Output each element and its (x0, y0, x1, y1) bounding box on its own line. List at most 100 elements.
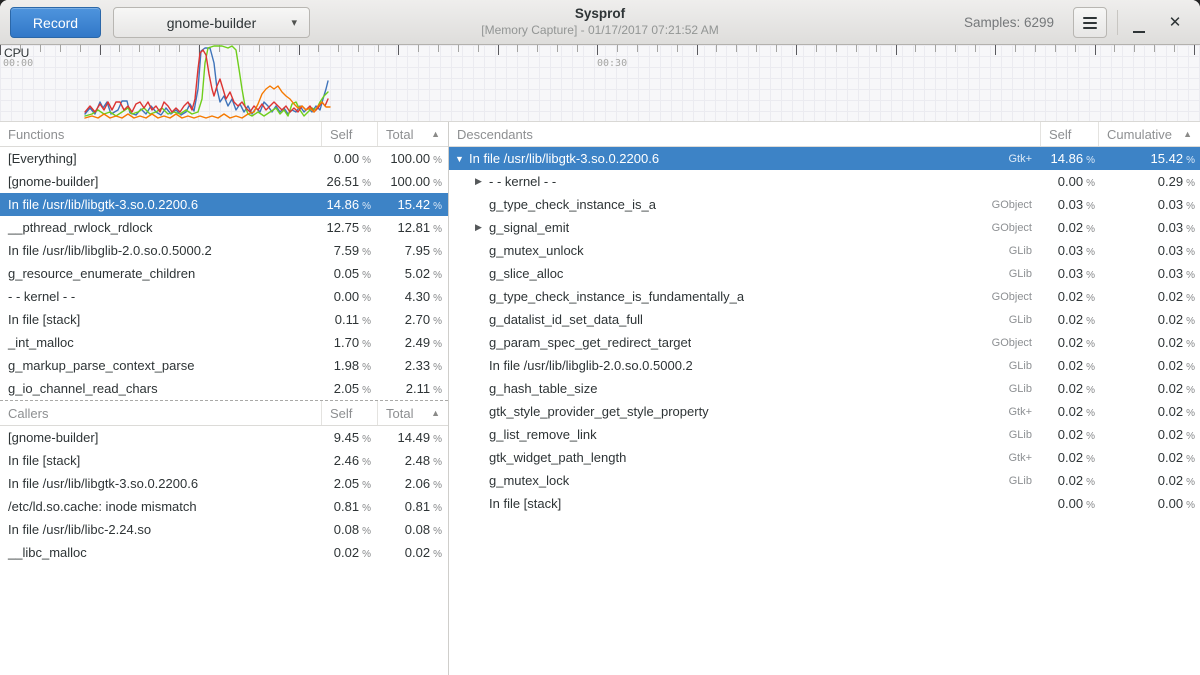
callers-column-header[interactable]: Callers (0, 401, 321, 425)
percent-sign: % (362, 385, 371, 396)
percent-number: 9.45 (334, 430, 359, 445)
percent-number: 0.08 (405, 522, 430, 537)
table-row[interactable]: /etc/ld.so.cache: inode mismatch0.81%0.8… (0, 495, 448, 518)
functions-self-column-header[interactable]: Self (321, 122, 377, 146)
percent-number: 2.06 (405, 476, 430, 491)
function-name: __libc_malloc (0, 545, 321, 560)
percent-sign: % (1186, 362, 1195, 373)
table-row[interactable]: In file /usr/lib/libgtk-3.so.0.2200.614.… (0, 193, 448, 216)
percent-sign: % (1186, 178, 1195, 189)
minimize-button[interactable] (1122, 7, 1156, 38)
percent-sign: % (362, 224, 371, 235)
table-row[interactable]: __libc_malloc0.02%0.02% (0, 541, 448, 564)
tree-row-name-wrap: gtk_style_provider_get_style_property (449, 404, 1008, 419)
functions-total-column-header[interactable]: Total ▲ (377, 122, 448, 146)
functions-header: Functions Self Total ▲ (0, 122, 448, 147)
expander-closed-icon[interactable]: ▶ (475, 176, 489, 187)
tree-row[interactable]: g_type_check_instance_is_aGObject0.03%0.… (449, 193, 1200, 216)
header-bar: Record gnome-builder ▾ Sysprof [Memory C… (0, 0, 1200, 45)
tree-row[interactable]: g_mutex_lockGLib0.02%0.02% (449, 469, 1200, 492)
callers-total-column-header[interactable]: Total ▲ (377, 401, 448, 425)
record-button[interactable]: Record (10, 7, 101, 38)
callers-self-column-header[interactable]: Self (321, 401, 377, 425)
table-row[interactable]: In file [stack]2.46%2.48% (0, 449, 448, 472)
percent-sign: % (1186, 339, 1195, 350)
tree-row[interactable]: ▶g_signal_emitGObject0.02%0.03% (449, 216, 1200, 239)
table-row[interactable]: _int_malloc1.70%2.49% (0, 331, 448, 354)
table-row[interactable]: In file /usr/lib/libc-2.24.so0.08%0.08% (0, 518, 448, 541)
tree-row-name-wrap: g_param_spec_get_redirect_target (449, 335, 992, 350)
percent-sign: % (362, 503, 371, 514)
function-name: g_param_spec_get_redirect_target (489, 335, 691, 350)
percent-number: 1.70 (334, 335, 359, 350)
tree-row[interactable]: gtk_widget_path_lengthGtk+0.02%0.02% (449, 446, 1200, 469)
descendants-self-column-header[interactable]: Self (1040, 122, 1098, 146)
percent-sign: % (433, 270, 442, 281)
tree-row[interactable]: In file [stack]0.00%0.00% (449, 492, 1200, 515)
descendants-cumulative-column-header[interactable]: Cumulative ▲ (1098, 122, 1200, 146)
hamburger-menu-icon (1083, 17, 1097, 29)
functions-list: [Everything]0.00%100.00%[gnome-builder]2… (0, 147, 448, 401)
tree-row[interactable]: g_mutex_unlockGLib0.03%0.03% (449, 239, 1200, 262)
tree-row[interactable]: ▶- - kernel - -0.00%0.29% (449, 170, 1200, 193)
tree-row[interactable]: g_datalist_id_set_data_fullGLib0.02%0.02… (449, 308, 1200, 331)
category-badge: GObject (992, 337, 1040, 349)
percent-value: 0.03% (1098, 243, 1200, 258)
percent-value: 9.45% (321, 430, 377, 445)
tree-row[interactable]: g_param_spec_get_redirect_target GObject 0… (449, 331, 1200, 354)
percent-value: 0.00% (1040, 174, 1098, 189)
table-row[interactable]: g_markup_parse_context_parse1.98%2.33% (0, 354, 448, 377)
percent-value: 0.02% (1098, 335, 1200, 350)
percent-number: 0.00 (334, 151, 359, 166)
function-name: /etc/ld.so.cache: inode mismatch (0, 499, 321, 514)
percent-value: 0.02% (1040, 473, 1098, 488)
target-selector-dropdown[interactable]: gnome-builder ▾ (113, 7, 310, 38)
percent-value: 0.00% (1098, 496, 1200, 511)
percent-value: 14.86% (321, 197, 377, 212)
percent-value: 0.03% (1040, 197, 1098, 212)
tree-row-name-wrap: gtk_widget_path_length (449, 450, 1008, 465)
tree-row[interactable]: g_hash_table_sizeGLib0.02%0.02% (449, 377, 1200, 400)
percent-sign: % (433, 457, 442, 468)
tree-row[interactable]: g_slice_allocGLib0.03%0.03% (449, 262, 1200, 285)
cpu-graph[interactable]: CPU 00:00 00:30 (0, 45, 1200, 122)
category-badge: GLib (1009, 475, 1040, 487)
expander-closed-icon[interactable]: ▶ (475, 222, 489, 233)
table-row[interactable]: g_io_channel_read_chars2.05%2.11% (0, 377, 448, 400)
percent-number: 7.59 (334, 243, 359, 258)
percent-value: 0.02% (1040, 220, 1098, 235)
minimize-icon (1133, 31, 1145, 34)
percent-value: 0.00% (1040, 496, 1098, 511)
tree-row-name-wrap: In file [stack] (449, 496, 1040, 511)
function-name: g_markup_parse_context_parse (0, 358, 321, 373)
expander-open-icon[interactable]: ▼ (455, 154, 469, 164)
tree-row[interactable]: In file /usr/lib/libglib-2.0.so.0.5000.2… (449, 354, 1200, 377)
table-row[interactable]: In file /usr/lib/libglib-2.0.so.0.5000.2… (0, 239, 448, 262)
table-row[interactable]: [Everything]0.00%100.00% (0, 147, 448, 170)
table-row[interactable]: g_resource_enumerate_children0.05%5.02% (0, 262, 448, 285)
percent-value: 2.11% (377, 381, 448, 396)
table-row[interactable]: [gnome-builder]9.45%14.49% (0, 426, 448, 449)
close-icon: ✕ (1169, 14, 1182, 31)
table-row[interactable]: In file [stack]0.11%2.70% (0, 308, 448, 331)
tree-row[interactable]: ▼In file /usr/lib/libgtk-3.so.0.2200.6Gt… (449, 147, 1200, 170)
percent-value: 0.02% (1098, 289, 1200, 304)
table-row[interactable]: - - kernel - -0.00%4.30% (0, 285, 448, 308)
percent-number: 0.03 (1158, 266, 1183, 281)
table-row[interactable]: In file /usr/lib/libgtk-3.so.0.2200.62.0… (0, 472, 448, 495)
menu-button[interactable] (1073, 7, 1107, 38)
table-row[interactable]: [gnome-builder]26.51%100.00% (0, 170, 448, 193)
tree-row[interactable]: gtk_style_provider_get_style_propertyGtk… (449, 400, 1200, 423)
percent-value: 0.02% (1098, 358, 1200, 373)
tree-row[interactable]: g_type_check_instance_is_fundamentally_a… (449, 285, 1200, 308)
descendants-column-header[interactable]: Descendants (449, 122, 1040, 146)
left-panel: Functions Self Total ▲ [Everything]0.00%… (0, 122, 449, 675)
percent-value: 0.02% (1040, 427, 1098, 442)
percent-number: 100.00 (390, 174, 430, 189)
table-row[interactable]: __pthread_rwlock_rdlock12.75%12.81% (0, 216, 448, 239)
tree-row[interactable]: g_list_remove_linkGLib0.02%0.02% (449, 423, 1200, 446)
tree-row-name-wrap: g_mutex_lock (449, 473, 1009, 488)
functions-column-header[interactable]: Functions (0, 122, 321, 146)
percent-number: 0.02 (1158, 450, 1183, 465)
close-button[interactable]: ✕ (1158, 7, 1192, 38)
